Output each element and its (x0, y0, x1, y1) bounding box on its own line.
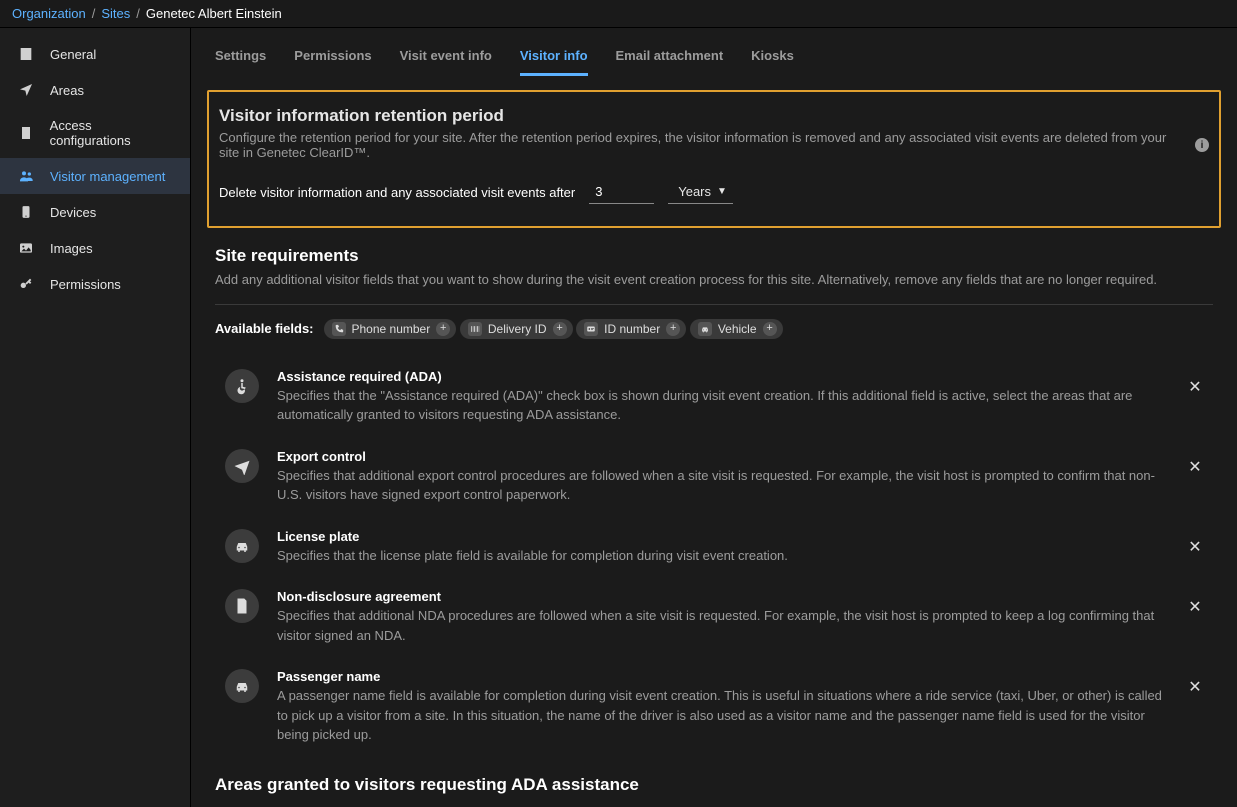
retention-row-label: Delete visitor information and any assoc… (219, 185, 575, 200)
retention-unit-select[interactable]: Years ▼ (668, 180, 733, 204)
tab-visit-event-info[interactable]: Visit event info (400, 42, 492, 76)
requirement-title: Passenger name (277, 669, 1165, 684)
requirement-item: Non-disclosure agreement Specifies that a… (215, 577, 1213, 657)
sidebar-item-visitor-management[interactable]: Visitor management (0, 158, 190, 194)
sidebar-item-label: Access configurations (50, 118, 174, 148)
sidebar: General Areas Access configurations Visi… (0, 28, 191, 807)
plus-icon: + (763, 322, 777, 336)
barcode-icon (468, 322, 482, 336)
key-icon (16, 276, 36, 292)
remove-requirement-button[interactable]: ✕ (1183, 675, 1207, 699)
requirement-title: Assistance required (ADA) (277, 369, 1165, 384)
breadcrumb-separator: / (136, 6, 140, 21)
remove-requirement-button[interactable]: ✕ (1183, 595, 1207, 619)
sidebar-item-label: Visitor management (50, 169, 165, 184)
requirement-description: Specifies that additional NDA procedures… (277, 606, 1165, 645)
location-arrow-icon (16, 82, 36, 98)
available-field-chip[interactable]: Vehicle + (690, 319, 783, 339)
remove-requirement-button[interactable]: ✕ (1183, 455, 1207, 479)
image-icon (16, 240, 36, 256)
retention-subtitle: Configure the retention period for your … (219, 130, 1189, 160)
doc-icon (225, 589, 259, 623)
door-icon (16, 125, 36, 141)
site-requirements-title: Site requirements (215, 246, 1213, 266)
tab-visitor-info[interactable]: Visitor info (520, 42, 588, 76)
sidebar-item-label: Areas (50, 83, 84, 98)
breadcrumb-current: Genetec Albert Einstein (146, 6, 282, 21)
requirements-list: Assistance required (ADA) Specifies that … (215, 357, 1213, 757)
plus-icon: + (553, 322, 567, 336)
site-requirements-subtitle: Add any additional visitor fields that y… (215, 270, 1213, 290)
requirement-title: Non-disclosure agreement (277, 589, 1165, 604)
divider (215, 304, 1213, 305)
plane-icon (225, 449, 259, 483)
sidebar-item-general[interactable]: General (0, 36, 190, 72)
sidebar-item-label: Images (50, 241, 93, 256)
available-fields-label: Available fields: (215, 321, 314, 336)
sidebar-item-areas[interactable]: Areas (0, 72, 190, 108)
sidebar-item-label: Permissions (50, 277, 121, 292)
sidebar-item-label: Devices (50, 205, 96, 220)
sidebar-item-images[interactable]: Images (0, 230, 190, 266)
plus-icon: + (666, 322, 680, 336)
requirement-description: A passenger name field is available for … (277, 686, 1165, 745)
chip-label: Delivery ID (488, 322, 547, 336)
requirement-description: Specifies that the "Assistance required … (277, 386, 1165, 425)
tab-permissions[interactable]: Permissions (294, 42, 371, 76)
requirement-item: Assistance required (ADA) Specifies that … (215, 357, 1213, 437)
phone-icon (332, 322, 346, 336)
chevron-down-icon: ▼ (717, 186, 727, 197)
site-requirements-section: Site requirements Add any additional vis… (191, 246, 1237, 757)
plus-icon: + (436, 322, 450, 336)
tab-kiosks[interactable]: Kiosks (751, 42, 794, 76)
sidebar-item-permissions[interactable]: Permissions (0, 266, 190, 302)
content-area: Settings Permissions Visit event info Vi… (191, 28, 1237, 807)
breadcrumb-separator: / (92, 6, 96, 21)
retention-unit-value: Years (678, 184, 711, 199)
breadcrumb: Organization / Sites / Genetec Albert Ei… (0, 0, 1237, 28)
breadcrumb-organization[interactable]: Organization (12, 6, 86, 21)
ada-icon (225, 369, 259, 403)
sidebar-item-devices[interactable]: Devices (0, 194, 190, 230)
retention-title: Visitor information retention period (219, 106, 1209, 126)
tab-email-attachment[interactable]: Email attachment (616, 42, 724, 76)
chip-label: ID number (604, 322, 660, 336)
tab-settings[interactable]: Settings (215, 42, 266, 76)
device-icon (16, 204, 36, 220)
people-icon (16, 168, 36, 184)
requirement-item: Passenger name A passenger name field is … (215, 657, 1213, 757)
available-fields-row: Available fields: Phone number + Delivery… (215, 319, 1213, 339)
car-icon (225, 669, 259, 703)
breadcrumb-sites[interactable]: Sites (101, 6, 130, 21)
remove-requirement-button[interactable]: ✕ (1183, 535, 1207, 559)
requirement-description: Specifies that additional export control… (277, 466, 1165, 505)
sidebar-item-label: General (50, 47, 96, 62)
requirement-title: License plate (277, 529, 1165, 544)
available-field-chip[interactable]: Delivery ID + (460, 319, 573, 339)
car-icon (698, 322, 712, 336)
remove-requirement-button[interactable]: ✕ (1183, 375, 1207, 399)
sidebar-item-access-config[interactable]: Access configurations (0, 108, 190, 158)
chip-label: Phone number (352, 322, 431, 336)
retention-period-section: Visitor information retention period Con… (207, 90, 1221, 228)
available-field-chip[interactable]: ID number + (576, 319, 686, 339)
ada-areas-title: Areas granted to visitors requesting ADA… (215, 775, 1213, 795)
retention-number-input[interactable] (589, 180, 654, 204)
requirement-title: Export control (277, 449, 1165, 464)
available-field-chip[interactable]: Phone number + (324, 319, 457, 339)
tabs: Settings Permissions Visit event info Vi… (191, 28, 1237, 76)
car-icon (225, 529, 259, 563)
chip-label: Vehicle (718, 322, 757, 336)
id-icon (584, 322, 598, 336)
requirement-description: Specifies that the license plate field i… (277, 546, 1165, 566)
building-icon (16, 46, 36, 62)
ada-areas-section: Areas granted to visitors requesting ADA… (191, 775, 1237, 807)
info-icon[interactable]: i (1195, 138, 1209, 152)
requirement-item: License plate Specifies that the license … (215, 517, 1213, 578)
requirement-item: Export control Specifies that additional … (215, 437, 1213, 517)
